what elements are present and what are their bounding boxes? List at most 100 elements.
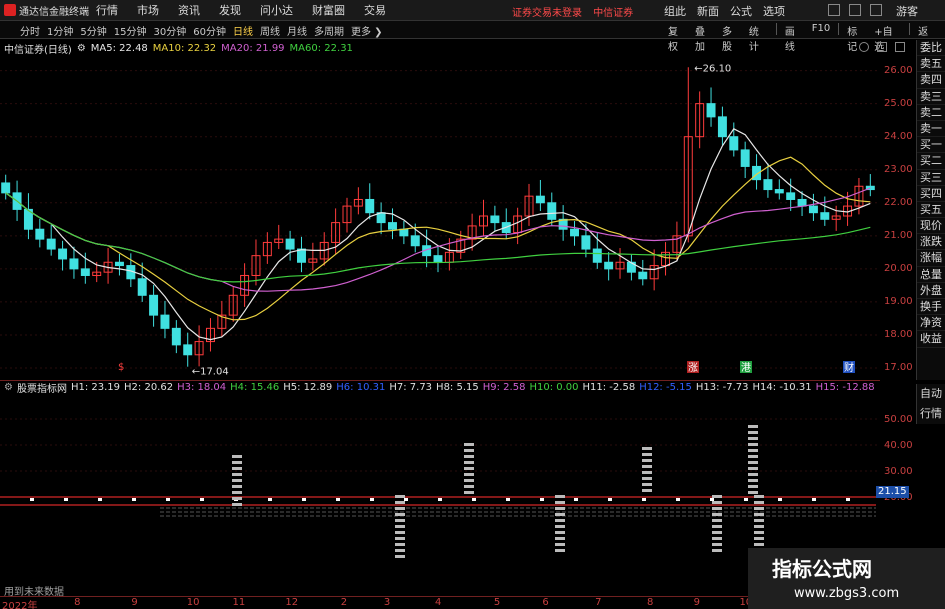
ind-stack-mark [464,455,474,458]
side-item-15[interactable]: 外盘 [917,283,945,299]
ind-stack-mark [555,495,565,498]
right-menu-item-2[interactable]: 公式 [730,3,752,19]
ind-signal-dot [64,498,68,501]
price-tick-3: 23.00 [884,163,913,175]
indicator-name[interactable]: 股票指标网 [17,380,67,395]
ind-signal-dot [676,498,680,501]
time-label-11: 7 [595,597,602,608]
candle-body [638,271,648,280]
marker-b[interactable]: 港 [741,362,751,374]
marker-a[interactable]: 涨 [688,362,698,374]
ind-stack-mark [555,531,565,534]
period-tab-8[interactable]: 月线 [287,23,307,38]
minimize-icon[interactable] [828,4,840,16]
menu-item-1[interactable]: 市场 [137,2,159,18]
side-item-0[interactable]: 委比 [917,40,945,57]
layout-icon[interactable] [877,42,887,52]
marker-c[interactable]: 财 [844,361,854,374]
side-item-5[interactable]: 卖一 [917,121,945,138]
right-menu-item-0[interactable]: 组此 [664,3,686,19]
side-item-12[interactable]: 涨跌 [917,234,945,251]
candlestick-chart[interactable]: ←26.10 ←17.04 $ 涨 港 财 [0,56,884,378]
candle-body [786,192,796,200]
period-tab-10[interactable]: 更多 ❯ [351,23,383,38]
period-tab-4[interactable]: 30分钟 [153,23,186,38]
settings-icon[interactable]: ⚙ [77,43,86,54]
period-tab-6[interactable]: 日线 [233,23,253,38]
menu-item-0[interactable]: 行情 [96,2,118,18]
ind-stack-mark [712,543,722,546]
menu-item-4[interactable]: 问小达 [260,2,293,18]
broker-name[interactable]: 中信证券 [593,8,633,19]
time-label-8: 4 [434,597,442,608]
price-tick-1: 25.00 [884,97,913,109]
menu-item-5[interactable]: 财富圈 [312,2,345,18]
trade-notice[interactable]: 证券交易未登录 中信证券 [512,4,633,19]
window-controls [828,4,891,16]
menu-item-3[interactable]: 发现 [219,2,241,18]
period-tab-2[interactable]: 5分钟 [80,23,106,38]
menu-item-6[interactable]: 交易 [364,2,386,18]
ind-stack-mark [748,491,758,494]
time-label-6: 2 [340,597,348,608]
candle-body [149,294,159,316]
maximize-icon[interactable] [849,4,861,16]
time-label-9: 5 [493,597,501,608]
menu-item-2[interactable]: 资讯 [178,2,200,18]
side-item-10[interactable]: 买五 [917,202,945,219]
ind-signal-dot [846,498,850,501]
stock-title[interactable]: 中信证券(日线) [4,41,72,56]
marker-left[interactable]: $ [118,362,124,373]
candle-body [171,327,181,346]
period-tab-0[interactable]: 分时 [20,23,40,38]
price-tick-2: 24.00 [884,130,913,142]
ind-stack-mark [748,425,758,428]
right-menu-item-1[interactable]: 新面 [697,3,719,19]
price-tick-6: 20.00 [884,262,913,274]
side-item-1[interactable]: 卖五 [917,56,945,73]
ind-stack-mark [642,459,652,462]
watermark-url: www.zbgs3.com [794,586,900,601]
right-menu-item-3[interactable]: 选项 [763,3,785,19]
close-icon[interactable] [870,4,882,16]
period-tab-1[interactable]: 1分钟 [47,23,73,38]
fullscreen-icon[interactable] [895,42,905,52]
period-tab-5[interactable]: 60分钟 [193,23,226,38]
side-item-8[interactable]: 买三 [917,170,945,186]
side-item-11[interactable]: 现价 [917,218,945,235]
side-item-13[interactable]: 涨幅 [917,250,945,267]
trade-status-text[interactable]: 证券交易未登录 [512,8,582,19]
period-tab-9[interactable]: 多周期 [314,23,344,38]
watermark-title: 指标公式网 [772,557,872,581]
side-item-14[interactable]: 总量 [917,267,945,283]
ma5-label: MA5: 22.48 [90,42,148,54]
side-item-4[interactable]: 卖二 [917,105,945,121]
ind-stack-mark [748,431,758,434]
ind-stack-mark [754,501,764,504]
side-item-9[interactable]: 买四 [917,186,945,202]
side-item-2[interactable]: 卖四 [917,72,945,89]
tool-separator [775,23,777,35]
ind-stack-mark [712,513,722,516]
app-logo: 通达信金融终端 [0,3,96,18]
auto-quote-item-1[interactable]: 行情 [917,404,945,424]
ind-stack-mark [232,497,242,500]
ind-stack-mark [232,455,242,458]
side-item-16[interactable]: 换手 [917,299,945,316]
auto-quote-item-0[interactable]: 自动 [917,384,945,404]
period-tab-3[interactable]: 15分钟 [114,23,147,38]
side-item-18[interactable]: 收益 [917,331,945,348]
ind-signal-dot [744,498,748,501]
side-item-17[interactable]: 净资 [917,315,945,332]
ind-stack-mark [712,531,722,534]
side-item-7[interactable]: 买二 [917,153,945,170]
side-item-6[interactable]: 买一 [917,137,945,154]
indicator-value-7: H8: 5.15 [436,382,479,393]
period-tab-7[interactable]: 周线 [260,23,280,38]
zoom-in-icon[interactable] [859,42,869,52]
app-title: 通达信金融终端 [19,6,89,18]
side-item-3[interactable]: 卖三 [917,89,945,105]
guest-login[interactable]: 游客 [896,3,918,19]
indicator-settings-icon[interactable]: ⚙ [4,382,13,393]
ind-signal-dot [574,498,578,501]
